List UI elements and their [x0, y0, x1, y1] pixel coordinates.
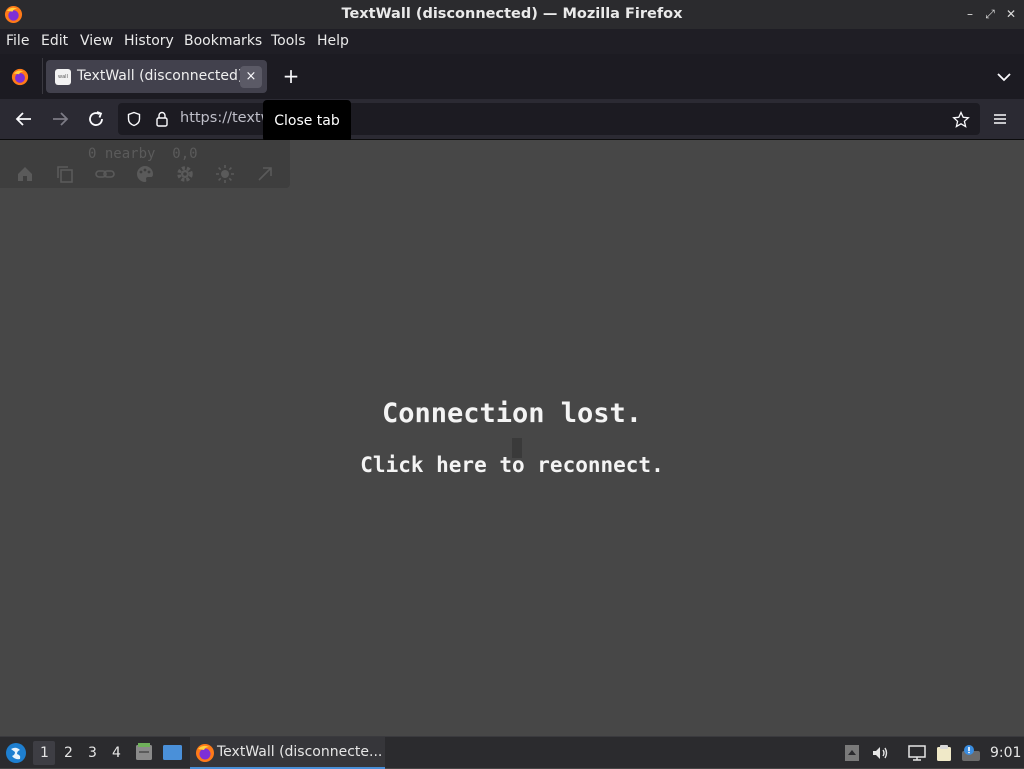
tab-bar: wall TextWall (disconnected) × +	[0, 54, 1024, 99]
workspace-1[interactable]: 1	[40, 745, 49, 761]
network-icon[interactable]	[907, 744, 927, 762]
maximize-button[interactable]: ⤢	[982, 6, 998, 22]
url-text: https://textw	[180, 110, 273, 126]
taskbar: 1 2 3 4 TextWall (disconnecte... 9:01	[0, 736, 1024, 769]
workspace-4[interactable]: 4	[112, 745, 121, 761]
new-tab-button[interactable]: +	[280, 64, 302, 88]
lock-icon[interactable]	[154, 110, 170, 128]
textwall-favicon: wall	[55, 69, 71, 85]
copy-icon[interactable]	[54, 163, 76, 185]
url-bar[interactable]: https://textw	[118, 103, 980, 135]
page-content: 0 nearby 0,0 Connection lost. Click here…	[0, 140, 1024, 736]
window-titlebar: TextWall (disconnected) — Mozilla Firefo…	[0, 0, 1024, 29]
firefox-view-icon[interactable]	[11, 68, 29, 86]
menu-tools[interactable]: Tools	[271, 33, 306, 49]
menu-bar: File Edit View History Bookmarks Tools H…	[0, 29, 1024, 54]
textwall-toolbar: 0 nearby 0,0	[0, 140, 290, 188]
tab-separator	[42, 58, 43, 94]
clock: 9:01	[990, 745, 1022, 761]
desktop-icon[interactable]	[162, 743, 183, 762]
menu-bookmarks[interactable]: Bookmarks	[184, 33, 262, 49]
taskbar-firefox-task[interactable]: TextWall (disconnecte...	[190, 737, 385, 769]
home-icon[interactable]	[14, 163, 36, 185]
sun-icon[interactable]	[214, 163, 236, 185]
reconnect-link[interactable]: Click here to reconnect.	[0, 453, 1024, 477]
notification-area-icon[interactable]	[843, 744, 861, 762]
start-menu-icon[interactable]	[5, 742, 27, 764]
tooltip: Close tab	[263, 100, 351, 142]
close-window-button[interactable]: ✕	[1003, 6, 1019, 22]
updates-icon[interactable]	[961, 744, 981, 762]
firefox-icon	[196, 744, 214, 762]
clipboard-icon[interactable]	[935, 744, 953, 762]
link-icon[interactable]	[94, 163, 116, 185]
menu-history[interactable]: History	[124, 33, 174, 49]
menu-file[interactable]: File	[6, 33, 29, 49]
menu-view[interactable]: View	[80, 33, 113, 49]
menu-help[interactable]: Help	[317, 33, 349, 49]
menu-edit[interactable]: Edit	[41, 33, 68, 49]
workspace-3[interactable]: 3	[88, 745, 97, 761]
gear-icon[interactable]	[174, 163, 196, 185]
hamburger-menu-icon[interactable]	[988, 107, 1012, 131]
forward-arrow-icon[interactable]	[48, 107, 72, 131]
file-manager-icon[interactable]	[134, 742, 154, 762]
tab-label: TextWall (disconnected)	[77, 68, 244, 84]
close-tab-button[interactable]: ×	[240, 66, 262, 88]
star-icon[interactable]	[952, 111, 970, 129]
minimize-button[interactable]: –	[962, 6, 978, 22]
task-label: TextWall (disconnecte...	[217, 744, 383, 760]
reload-icon[interactable]	[84, 107, 108, 131]
nearby-status: 0 nearby 0,0	[88, 146, 198, 162]
tab-textwall[interactable]: wall TextWall (disconnected) ×	[46, 60, 267, 93]
navigation-bar: https://textw	[0, 99, 1024, 140]
window-title: TextWall (disconnected) — Mozilla Firefo…	[341, 6, 683, 22]
shield-icon[interactable]	[126, 111, 142, 127]
arrow-up-right-icon[interactable]	[254, 163, 276, 185]
palette-icon[interactable]	[134, 163, 156, 185]
back-arrow-icon[interactable]	[12, 107, 36, 131]
chevron-down-icon[interactable]	[995, 68, 1013, 86]
volume-icon[interactable]	[871, 744, 889, 762]
connection-lost-title: Connection lost.	[381, 398, 643, 429]
workspace-2[interactable]: 2	[64, 745, 73, 761]
